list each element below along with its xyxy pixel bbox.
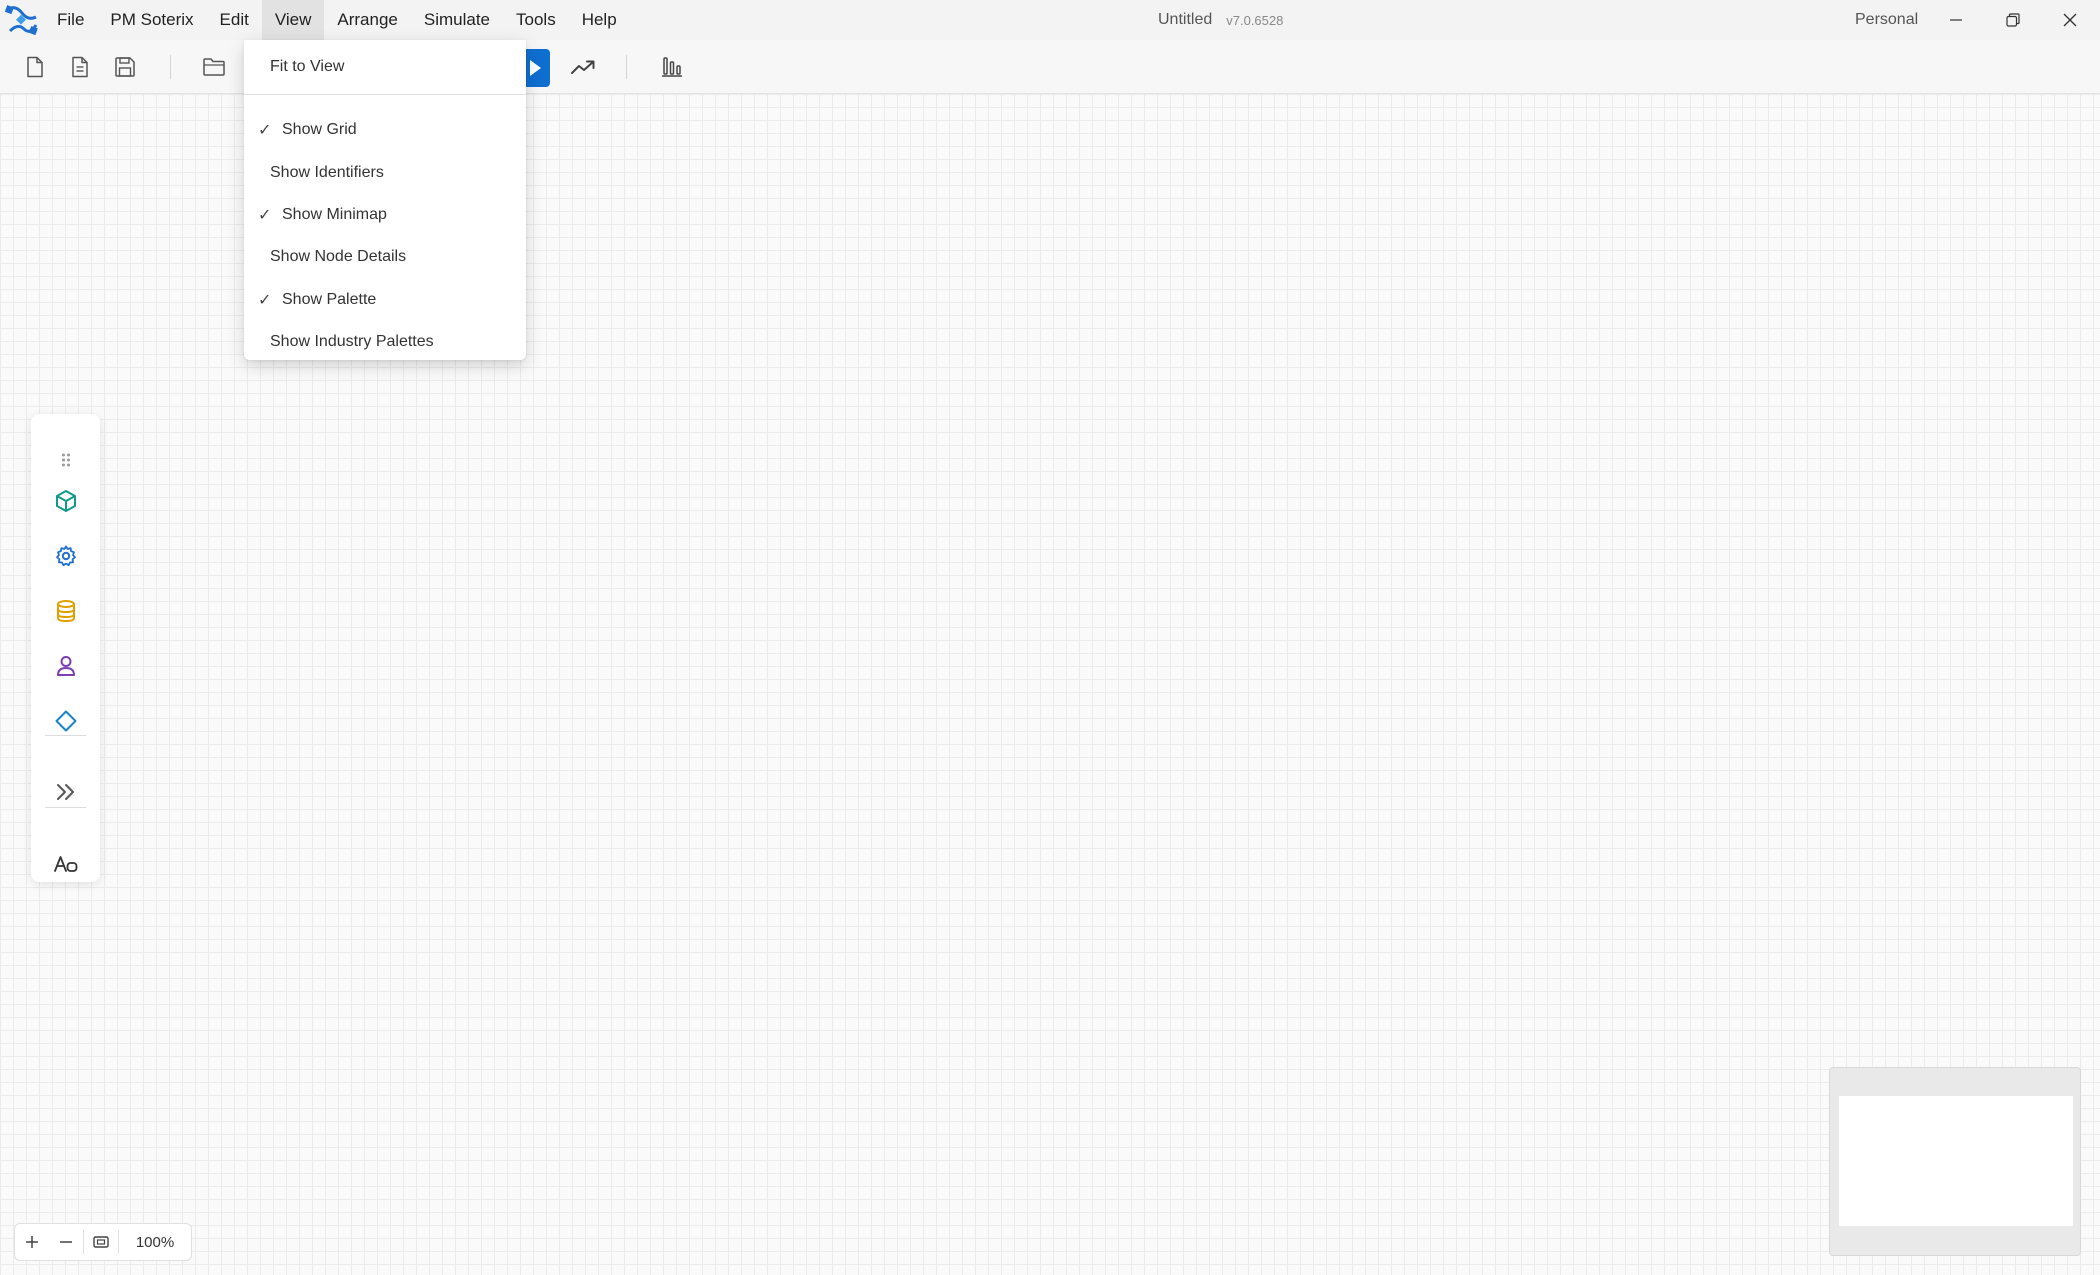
zoom-controls: 100% [14, 1223, 192, 1261]
minimize-icon [1950, 19, 1962, 21]
document-title-area: Untitled v7.0.6528 [1158, 0, 1283, 40]
text-style-icon [54, 856, 78, 872]
save-button[interactable] [110, 52, 140, 82]
palette-text-style-button[interactable] [46, 844, 86, 884]
bar-chart-icon [662, 57, 682, 77]
trend-chart-icon [571, 60, 595, 74]
menu-edit[interactable]: Edit [207, 0, 262, 40]
menu-file[interactable]: File [44, 0, 97, 40]
double-chevron-right-icon [57, 784, 74, 800]
show-minimap-item[interactable]: ✓ Show Minimap [244, 194, 526, 236]
menu-simulate[interactable]: Simulate [411, 0, 503, 40]
menu-view[interactable]: View [261, 0, 325, 40]
show-grid-item[interactable]: ✓ Show Grid [244, 109, 526, 151]
person-icon [57, 656, 75, 676]
check-mark-icon: ✓ [258, 122, 272, 140]
palette-separator [45, 807, 86, 808]
menu-item-label: Show Node Details [270, 248, 407, 266]
account-label[interactable]: Personal [1855, 0, 1918, 40]
show-identifiers-item[interactable]: Show Identifiers [244, 151, 526, 193]
check-mark-icon: ✓ [258, 206, 272, 224]
palette-item-cube[interactable] [46, 481, 86, 521]
minimize-button[interactable] [1928, 0, 1984, 40]
save-icon [115, 57, 135, 77]
zoom-in-button[interactable] [15, 1224, 49, 1260]
trend-chart-button[interactable] [568, 52, 598, 82]
palette-expand-button[interactable] [46, 772, 86, 812]
show-node-details-item[interactable]: Show Node Details [244, 236, 526, 278]
palette-drag-handle[interactable] [46, 440, 86, 480]
cube-icon [56, 490, 76, 512]
run-icon [530, 60, 541, 76]
zoom-out-button[interactable] [49, 1224, 83, 1260]
view-menu-dropdown: Fit to View ✓ Show Grid Show Identifiers… [244, 40, 526, 360]
restore-icon [2006, 13, 2020, 27]
open-folder-icon [203, 58, 225, 76]
menu-pm-soterix[interactable]: PM Soterix [97, 0, 206, 40]
database-icon [57, 600, 75, 623]
new-document-icon [72, 56, 88, 78]
fit-to-view-item[interactable]: Fit to View [244, 40, 526, 94]
bar-chart-button[interactable] [657, 52, 687, 82]
palette-item-gear[interactable] [46, 536, 86, 576]
plus-icon [26, 1236, 38, 1248]
restore-button[interactable] [1985, 0, 2041, 40]
menu-arrange[interactable]: Arrange [324, 0, 410, 40]
toolbar-separator [170, 55, 171, 79]
new-document-button[interactable] [65, 52, 95, 82]
toolbar-separator [626, 55, 627, 79]
new-file-icon [27, 56, 43, 78]
close-icon [2063, 13, 2077, 27]
menu-divider [244, 94, 526, 95]
app-window: File PM Soterix Edit View Arrange Simula… [0, 0, 2100, 1275]
menu-bar: File PM Soterix Edit View Arrange Simula… [44, 0, 630, 40]
menu-item-label: Show Industry Palettes [270, 333, 434, 351]
palette-separator [45, 735, 86, 736]
zoom-level[interactable]: 100% [119, 1234, 191, 1251]
drag-handle-icon [62, 453, 70, 467]
version-label: v7.0.6528 [1226, 12, 1284, 28]
menu-item-label: Show Identifiers [270, 163, 384, 181]
fit-screen-icon [93, 1236, 109, 1248]
decision-diamond-icon [55, 710, 77, 732]
document-title: Untitled [1158, 11, 1213, 28]
gear-icon [56, 545, 76, 567]
check-mark-icon: ✓ [258, 291, 272, 309]
minus-icon [60, 1241, 72, 1243]
close-button[interactable] [2042, 0, 2098, 40]
pm-soterix-logo-icon [0, 0, 44, 40]
show-industry-palettes-item[interactable]: Show Industry Palettes [244, 321, 526, 363]
show-palette-item[interactable]: ✓ Show Palette [244, 279, 526, 321]
node-palette [31, 414, 100, 882]
title-bar: File PM Soterix Edit View Arrange Simula… [0, 0, 2100, 40]
menu-tools[interactable]: Tools [503, 0, 569, 40]
palette-item-person[interactable] [46, 646, 86, 686]
new-file-button[interactable] [20, 52, 50, 82]
minimap[interactable] [1829, 1067, 2081, 1256]
open-folder-button[interactable] [199, 52, 229, 82]
palette-item-database[interactable] [46, 591, 86, 631]
menu-help[interactable]: Help [569, 0, 630, 40]
minimap-viewport[interactable] [1839, 1096, 2073, 1226]
fit-screen-button[interactable] [84, 1224, 118, 1260]
